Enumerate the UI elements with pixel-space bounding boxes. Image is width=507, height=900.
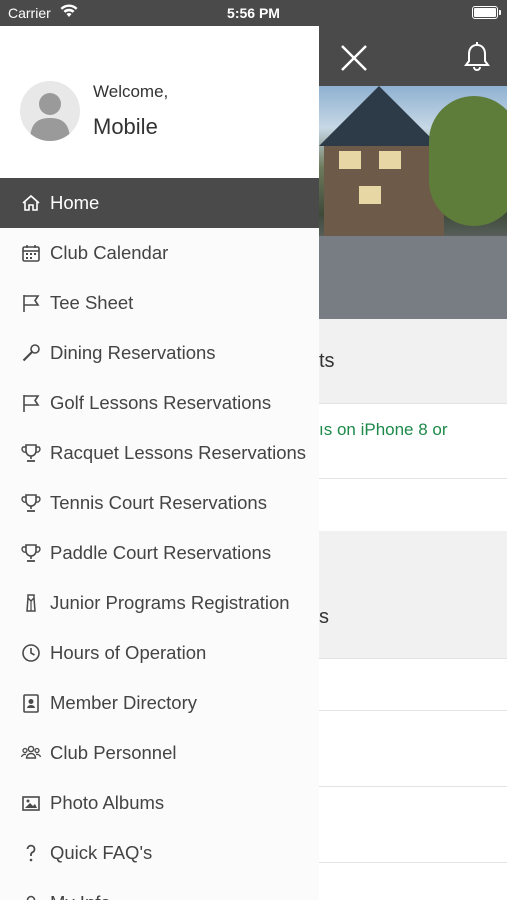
menu-item-label: My Info [50,892,111,900]
menu-item-racquet-lessons-reservations[interactable]: Racquet Lessons Reservations [0,428,319,478]
menu-item-golf-lessons-reservations[interactable]: Golf Lessons Reservations [0,378,319,428]
menu-item-label: Photo Albums [50,792,165,813]
profile-header: Welcome, Mobile [0,26,319,178]
flag-icon [20,292,42,314]
drawer-menu: Home Club Calendar Tee Sheet Dining Reserva… [0,178,319,900]
menu-item-label: Club Calendar [50,242,169,263]
status-time: 5:56 PM [227,5,280,21]
side-drawer: Welcome, Mobile Home Club Calendar Tee She… [0,26,319,900]
avatar[interactable] [20,81,80,141]
home-icon [20,192,42,214]
divider [319,786,507,787]
clock-icon [20,642,42,664]
menu-item-label: Tennis Court Reservations [50,492,267,513]
status-bar: Carrier 5:56 PM [0,0,507,26]
divider [319,862,507,863]
menu-item-dining-reservations[interactable]: Dining Reservations [0,328,319,378]
menu-item-label: Club Personnel [50,742,177,763]
trophy-icon [20,442,42,464]
menu-item-label: Junior Programs Registration [50,592,290,613]
menu-item-junior-programs-registration[interactable]: Junior Programs Registration [0,578,319,628]
announcement-link[interactable]: ıs on iPhone 8 or [319,420,448,440]
menu-item-quick-faq-s[interactable]: Quick FAQ's [0,828,319,878]
menu-item-hours-of-operation[interactable]: Hours of Operation [0,628,319,678]
menu-item-my-info[interactable]: My Info [0,878,319,900]
menu-item-label: Member Directory [50,692,197,713]
user-name: Mobile [93,114,158,139]
flag-icon [20,392,42,414]
shirt-icon [20,592,42,614]
divider [319,710,507,711]
menu-item-label: Paddle Court Reservations [50,542,272,563]
menu-item-photo-albums[interactable]: Photo Albums [0,778,319,828]
menu-item-member-directory[interactable]: Member Directory [0,678,319,728]
calendar-icon [20,242,42,264]
divider [319,403,507,404]
welcome-label: Welcome, [93,82,169,101]
contact-icon [20,692,42,714]
people-icon [20,742,42,764]
clubhouse-photo [319,86,507,319]
menu-item-label: Golf Lessons Reservations [50,392,272,413]
menu-item-label: Home [50,192,100,213]
menu-item-label: Dining Reservations [50,342,216,363]
menu-item-label: Tee Sheet [50,292,134,313]
section-header-1 [319,319,507,403]
section-title-2: s [319,606,329,628]
menu-item-label: Hours of Operation [50,642,207,663]
menu-item-tee-sheet[interactable]: Tee Sheet [0,278,319,328]
menu-item-paddle-court-reservations[interactable]: Paddle Court Reservations [0,528,319,578]
image-icon [20,792,42,814]
section-header-2 [319,531,507,658]
bell-icon[interactable] [460,40,494,74]
close-icon[interactable] [336,40,372,76]
menu-item-label: Racquet Lessons Reservations [50,442,307,463]
trophy-icon [20,492,42,514]
menu-item-label: Quick FAQ's [50,842,153,863]
divider [319,478,507,479]
trophy-icon [20,542,42,564]
divider [319,658,507,659]
section-title-1: ts [319,350,335,372]
utensil-icon [20,342,42,364]
battery-icon [472,6,501,19]
menu-item-tennis-court-reservations[interactable]: Tennis Court Reservations [0,478,319,528]
menu-item-club-calendar[interactable]: Club Calendar [0,228,319,278]
user-icon [20,892,42,900]
question-icon [20,842,42,864]
menu-item-club-personnel[interactable]: Club Personnel [0,728,319,778]
menu-item-home[interactable]: Home [0,178,319,228]
